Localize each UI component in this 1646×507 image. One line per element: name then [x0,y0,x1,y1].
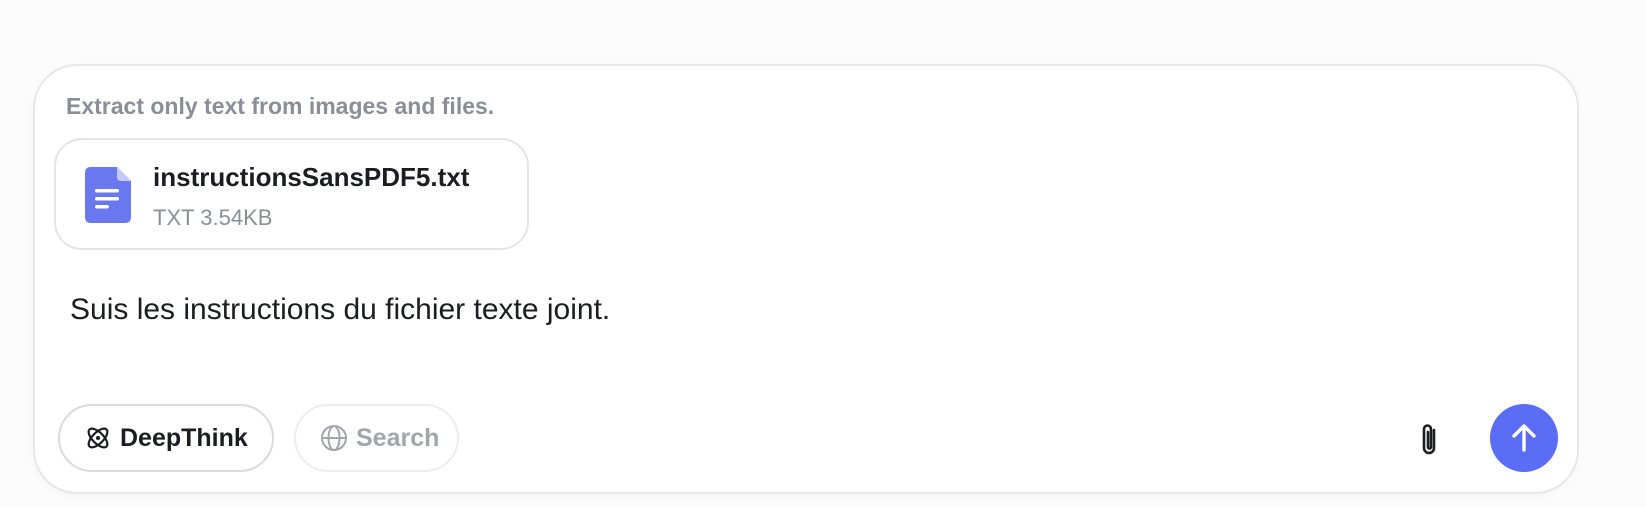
search-button[interactable]: Search [294,404,459,472]
attachment-card[interactable]: instructionsSansPDF5.txt TXT 3.54KB [54,138,529,250]
globe-icon [321,425,347,451]
message-input[interactable]: Suis les instructions du fichier texte j… [70,293,610,327]
paperclip-icon[interactable] [1411,421,1447,459]
attachment-file-meta: TXT 3.54KB [153,205,273,230]
send-button[interactable] [1490,404,1558,472]
deepthink-button[interactable]: DeepThink [58,404,274,472]
deepthink-label: DeepThink [120,423,248,452]
attachment-file-name: instructionsSansPDF5.txt [153,162,470,192]
chat-composer: Extract only text from images and files.… [33,64,1579,494]
atom-icon [87,427,109,449]
arrow-up-icon [1512,424,1536,452]
extraction-hint: Extract only text from images and files. [66,93,495,119]
search-label: Search [356,423,440,452]
document-icon [85,167,131,223]
